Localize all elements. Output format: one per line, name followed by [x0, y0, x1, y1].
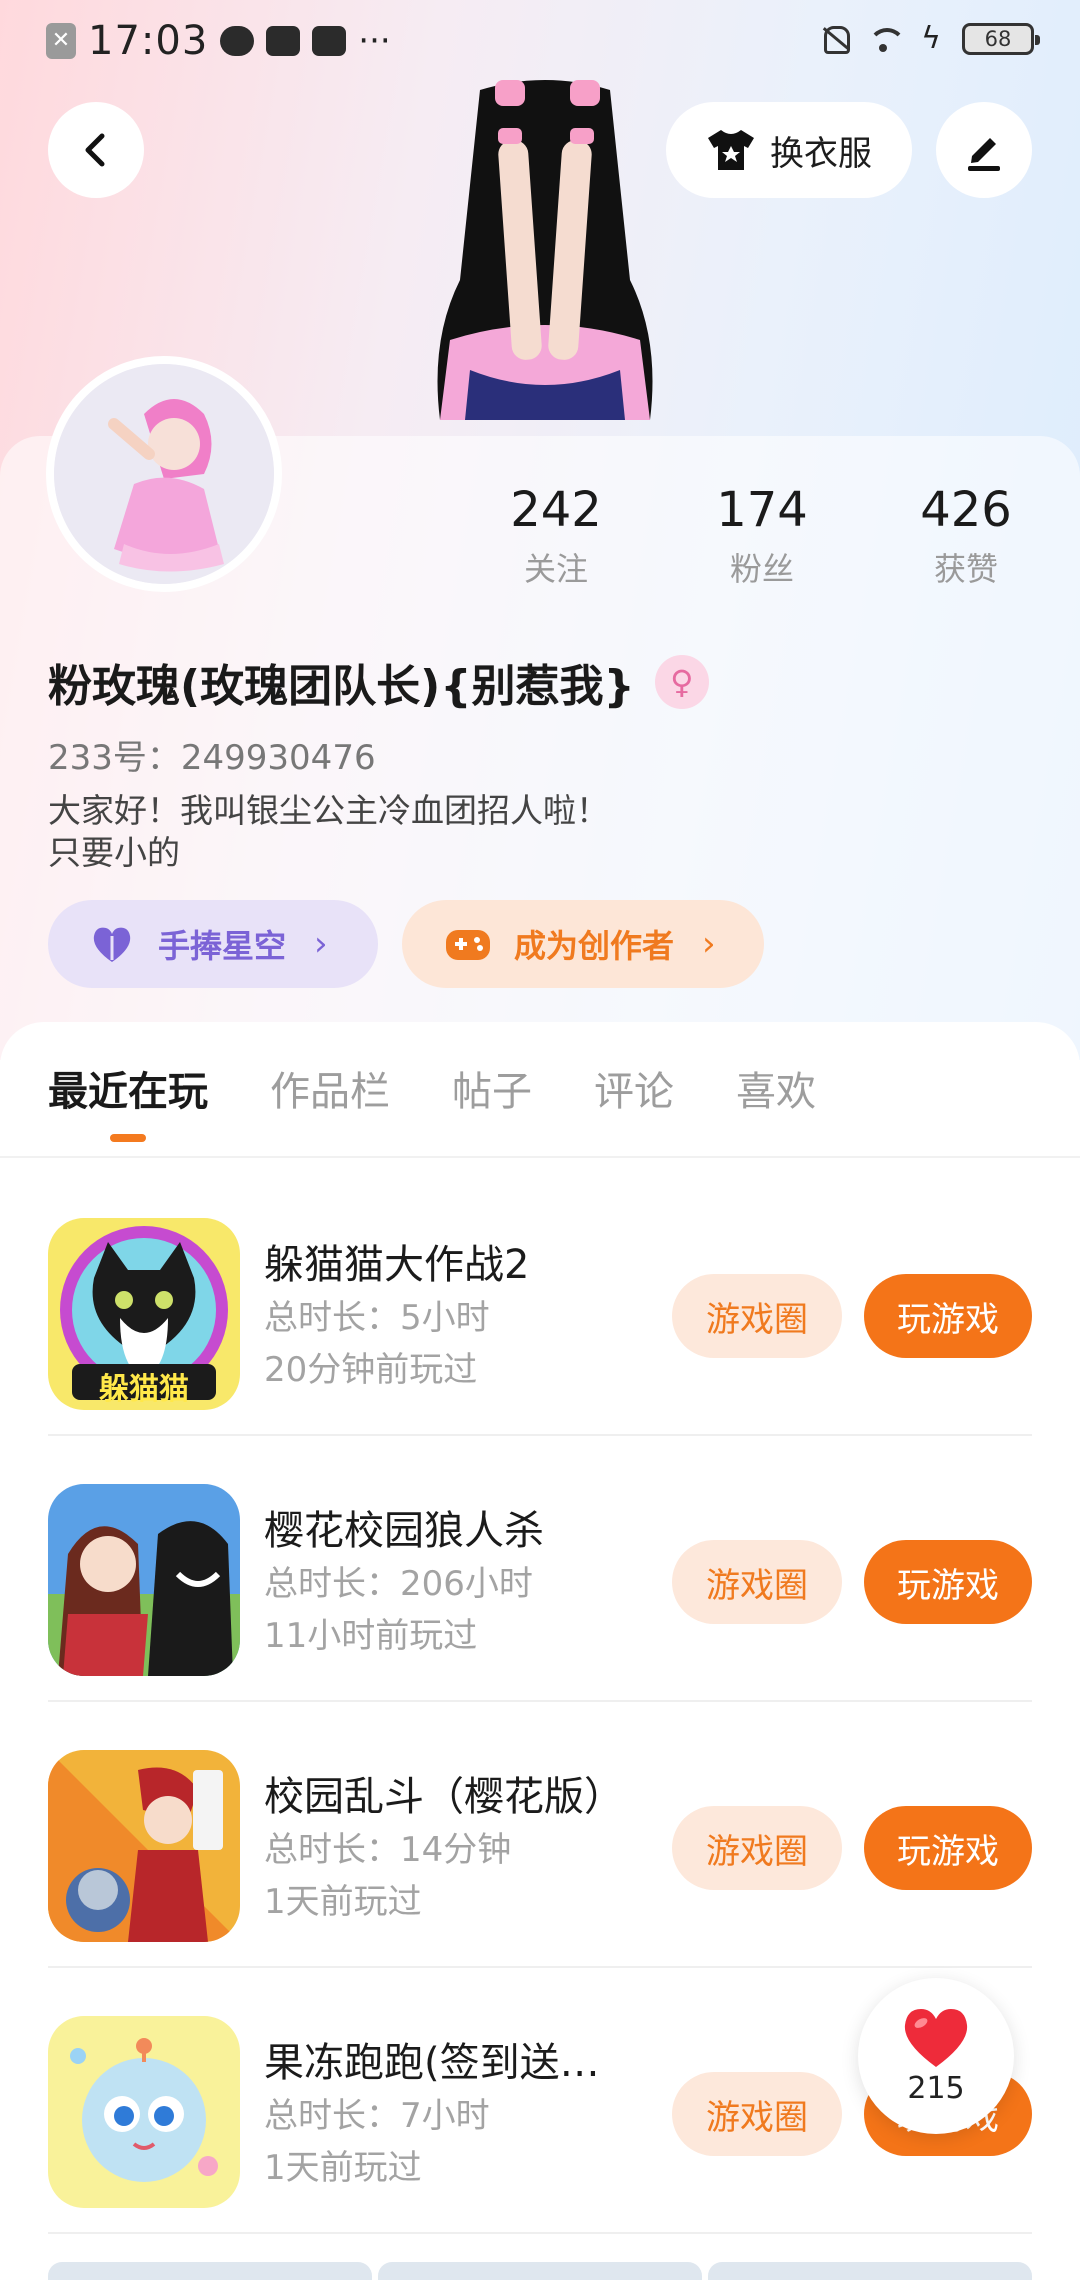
game-icon-image	[48, 1484, 240, 1676]
game-list-item[interactable]: 躲猫猫 躲猫猫大作战2 总时长：5小时 20分钟前玩过 游戏圈 玩游戏	[48, 1170, 1032, 1436]
peek-thumbnail	[708, 2262, 1032, 2280]
back-button[interactable]	[48, 102, 144, 198]
profile-bio: 大家好！我叫银尘公主冷血团招人啦！ 只要小的	[48, 790, 609, 874]
game-duration: 总时长：14分钟	[264, 1830, 512, 1870]
change-outfit-button[interactable]: 换衣服	[666, 102, 912, 198]
stat-following[interactable]: 242 关注	[456, 482, 656, 590]
stat-followers-label: 粉丝	[729, 550, 794, 588]
game-icon[interactable]	[48, 1484, 240, 1676]
stat-followers[interactable]: 174 粉丝	[662, 482, 862, 590]
profile-name: 粉玫瑰(玫瑰团队长){别惹我}	[48, 661, 635, 712]
game-circle-button[interactable]: 游戏圈	[672, 2072, 842, 2156]
game-list-item[interactable]: 樱花校园狼人杀 总时长：206小时 11小时前玩过 游戏圈 玩游戏	[48, 1436, 1032, 1702]
become-creator-button[interactable]: 成为创作者 ›	[402, 900, 764, 988]
play-game-button[interactable]: 玩游戏	[864, 1274, 1032, 1358]
stat-followers-value: 174	[716, 482, 808, 538]
tab-comments[interactable]: 评论	[594, 1050, 674, 1134]
mail-icon	[266, 26, 301, 56]
battery-level: 68	[984, 27, 1012, 51]
stat-likes[interactable]: 426 获赞	[866, 482, 1066, 590]
stat-following-label: 关注	[523, 550, 588, 588]
edit-icon	[968, 138, 1000, 171]
user-id[interactable]: 233号：249930476	[48, 730, 376, 779]
heart-hands-icon	[93, 927, 131, 962]
tab-posts[interactable]: 帖子	[452, 1050, 532, 1134]
star-gift-button[interactable]: 手捧星空 ›	[48, 900, 378, 988]
back-icon	[85, 133, 105, 167]
game-icon[interactable]: 躲猫猫	[48, 1218, 240, 1410]
next-item-peek	[48, 2262, 1032, 2280]
card-icon	[312, 26, 347, 56]
game-title: 躲猫猫大作战2	[264, 1242, 530, 1288]
wifi-icon	[866, 22, 906, 56]
bell-off-icon	[818, 22, 852, 56]
profile-tabs: 最近在玩 作品栏 帖子 评论 喜欢	[48, 1050, 816, 1142]
shirt-icon	[708, 130, 754, 170]
game-duration: 总时长：206小时	[264, 1564, 533, 1604]
game-last-played: 1天前玩过	[264, 1882, 422, 1922]
tab-likes[interactable]: 喜欢	[736, 1050, 816, 1134]
sim-off-icon: ✕	[46, 23, 76, 59]
play-game-button[interactable]: 玩游戏	[864, 1806, 1032, 1890]
peek-thumbnail	[48, 2262, 372, 2280]
like-button[interactable]: 215	[858, 1978, 1014, 2134]
tab-recent-played[interactable]: 最近在玩	[48, 1050, 208, 1142]
game-last-played: 1天前玩过	[264, 2148, 422, 2188]
game-circle-button[interactable]: 游戏圈	[672, 1540, 842, 1624]
charging-icon: ϟ	[921, 21, 941, 56]
game-icon-image	[48, 1750, 240, 1942]
stat-likes-label: 获赞	[933, 550, 998, 588]
chevron-right-icon: ›	[314, 924, 328, 964]
battery-icon: 68	[962, 23, 1040, 55]
status-time: 17:03	[88, 18, 209, 64]
game-circle-button[interactable]: 游戏圈	[672, 1274, 842, 1358]
game-icon-image	[48, 2016, 240, 2208]
stat-likes-value: 426	[920, 482, 1012, 538]
like-count: 215	[907, 2070, 965, 2106]
profile-name-row: 粉玫瑰(玫瑰团队长){别惹我} ♀	[48, 650, 709, 714]
game-circle-button[interactable]: 游戏圈	[672, 1806, 842, 1890]
more-notifications-icon: ···	[358, 21, 391, 61]
play-game-button[interactable]: 玩游戏	[864, 1540, 1032, 1624]
divider	[0, 1156, 1080, 1158]
game-icon[interactable]	[48, 2016, 240, 2208]
game-icon[interactable]	[48, 1750, 240, 1942]
stat-following-value: 242	[510, 482, 602, 538]
peek-thumbnail	[378, 2262, 702, 2280]
status-bar: ✕ 17:03 ··· ϟ 68	[0, 0, 1080, 84]
game-title: 樱花校园狼人杀	[264, 1508, 544, 1554]
cloud-icon	[220, 26, 255, 56]
star-gift-label: 手捧星空	[158, 927, 287, 965]
female-icon: ♀	[654, 655, 709, 709]
character-avatar-image	[437, 80, 653, 420]
avatar-image	[54, 364, 274, 584]
game-title: 果冻跑跑(签到送…	[264, 2040, 600, 2086]
divider	[48, 2232, 1032, 2234]
tab-works[interactable]: 作品栏	[270, 1050, 390, 1134]
game-last-played: 11小时前玩过	[264, 1616, 478, 1656]
become-creator-label: 成为创作者	[514, 927, 675, 965]
chevron-right-icon: ›	[702, 924, 716, 964]
gamepad-icon	[446, 930, 490, 960]
heart-icon	[904, 2008, 968, 2067]
edit-profile-button[interactable]	[936, 102, 1032, 198]
game-duration: 总时长：5小时	[264, 1298, 490, 1338]
game-list-item[interactable]: 校园乱斗（樱花版） 总时长：14分钟 1天前玩过 游戏圈 玩游戏	[48, 1702, 1032, 1968]
avatar[interactable]	[46, 356, 282, 592]
game-title: 校园乱斗（樱花版）	[264, 1774, 624, 1820]
bio-line: 大家好！我叫银尘公主冷血团招人啦！	[48, 791, 609, 830]
game-icon-caption: 躲猫猫	[99, 1372, 189, 1407]
bio-line: 只要小的	[48, 833, 180, 872]
game-duration: 总时长：7小时	[264, 2096, 490, 2136]
game-last-played: 20分钟前玩过	[264, 1350, 478, 1390]
change-outfit-label: 换衣服	[770, 133, 872, 174]
